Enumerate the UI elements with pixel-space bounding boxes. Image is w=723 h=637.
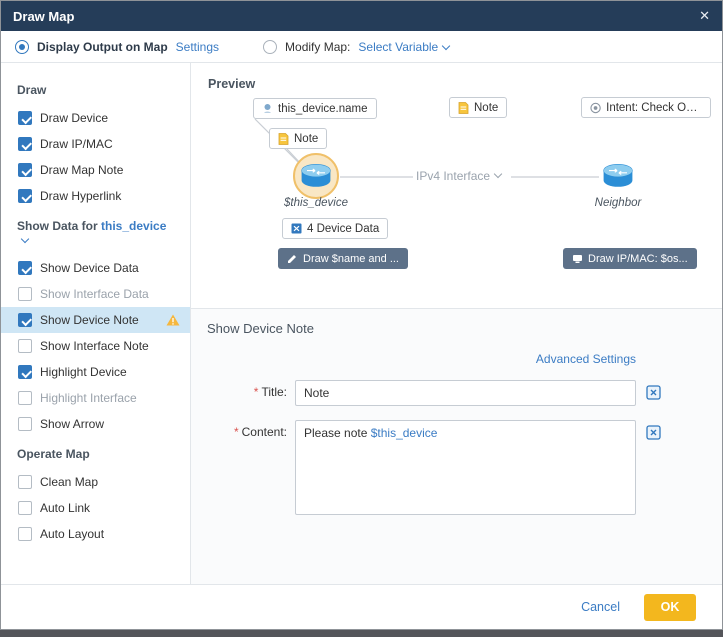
note-icon [278,133,289,145]
dialog-title: Draw Map [13,9,74,24]
checkbox-icon[interactable] [18,365,32,379]
close-icon[interactable]: ✕ [699,8,710,24]
intent-node[interactable]: Intent: Check OSP... [581,97,711,118]
checkbox-highlight-interface[interactable]: Highlight Interface [1,385,190,411]
dialog-titlebar: Draw Map ✕ [1,1,722,31]
cancel-button[interactable]: Cancel [581,600,620,614]
content-variable-token: $this_device [371,426,438,440]
content-textarea[interactable]: Please note $this_device [295,420,636,515]
required-asterisk: * [234,425,239,439]
device-name-node[interactable]: this_device.name [253,98,377,119]
title-input[interactable] [295,380,636,406]
checkbox-icon[interactable] [18,163,32,177]
checkbox-show-interface-data[interactable]: Show Interface Data [1,281,190,307]
checkbox-icon[interactable] [18,111,32,125]
checkbox-icon[interactable] [18,391,32,405]
checkbox-show-arrow[interactable]: Show Arrow [1,411,190,437]
insert-variable-icon[interactable] [646,385,661,405]
checkbox-icon[interactable] [18,501,32,515]
draw-icon [287,253,298,264]
operate-map-section-heading: Operate Map [1,437,190,469]
data-table-icon [291,223,302,234]
checkbox-icon[interactable] [18,287,32,301]
show-data-section-heading: Show Data for this_device [1,209,190,255]
draw-ipmac-node[interactable]: Draw IP/MAC: $os... [563,248,697,269]
neighbor-label: Neighbor [573,197,663,209]
checkbox-icon[interactable] [18,261,32,275]
checkbox-icon[interactable] [18,189,32,203]
checkbox-draw-device[interactable]: Draw Device [1,105,190,131]
checkbox-icon[interactable] [18,313,32,327]
note-node[interactable]: Note [449,97,507,118]
display-output-label: Display Output on Map [37,40,168,54]
advanced-settings-link[interactable]: Advanced Settings [536,352,636,366]
draw-name-node[interactable]: Draw $name and ... [278,248,408,269]
intent-icon [590,102,601,114]
panel-title: Show Device Note [207,321,706,336]
checkbox-show-interface-note[interactable]: Show Interface Note [1,333,190,359]
dialog-footer: Cancel OK [1,584,722,629]
note-node-small[interactable]: Note [269,128,327,149]
checkbox-clean-map[interactable]: Clean Map [1,469,190,495]
mode-row: Display Output on Map Settings Modify Ma… [1,31,722,63]
checkbox-icon[interactable] [18,527,32,541]
display-output-radio[interactable] [15,40,29,54]
options-sidebar: Draw Draw Device Draw IP/MAC Draw Map No… [1,63,191,584]
device-variable-icon [262,103,273,114]
chevron-down-icon [21,235,29,243]
ok-button[interactable]: OK [644,594,696,621]
chevron-down-icon [494,170,502,178]
settings-link[interactable]: Settings [176,40,219,54]
checkbox-icon[interactable] [18,417,32,431]
checkbox-draw-hyperlink[interactable]: Draw Hyperlink [1,183,190,209]
insert-variable-icon[interactable] [646,425,661,445]
chevron-down-icon [442,41,450,49]
checkbox-show-device-data[interactable]: Show Device Data [1,255,190,281]
select-variable-dropdown[interactable]: Select Variable [358,40,449,54]
draw-map-dialog: Draw Map ✕ Display Output on Map Setting… [0,0,723,630]
title-label: *Title: [207,380,295,399]
checkbox-icon[interactable] [18,339,32,353]
draw-section-heading: Draw [1,73,190,105]
checkbox-draw-ip-mac[interactable]: Draw IP/MAC [1,131,190,157]
device-data-node[interactable]: 4 Device Data [282,218,388,239]
modify-map-radio[interactable] [263,40,277,54]
warning-icon [166,314,180,326]
checkbox-auto-link[interactable]: Auto Link [1,495,190,521]
interface-dropdown[interactable]: IPv4 Interface [416,169,501,183]
checkbox-icon[interactable] [18,137,32,151]
router-device-icon[interactable] [600,162,636,190]
this-device-label: $this_device [271,197,361,209]
router-device-icon[interactable] [298,162,334,190]
show-device-note-panel: Show Device Note Advanced Settings *Titl… [191,308,722,584]
checkbox-show-device-note[interactable]: Show Device Note [1,307,190,333]
content-text: Please note [304,426,371,440]
checkbox-highlight-device[interactable]: Highlight Device [1,359,190,385]
checkbox-auto-layout[interactable]: Auto Layout [1,521,190,547]
checkbox-icon[interactable] [18,475,32,489]
note-icon [458,102,469,114]
preview-heading: Preview [208,77,255,91]
modify-map-label: Modify Map: [285,40,350,54]
checkbox-draw-map-note[interactable]: Draw Map Note [1,157,190,183]
required-asterisk: * [254,385,259,399]
map-preview-canvas: Preview this_device.name Note Note Inten… [191,63,722,308]
draw-icon [572,253,583,264]
content-label: *Content: [207,420,295,439]
